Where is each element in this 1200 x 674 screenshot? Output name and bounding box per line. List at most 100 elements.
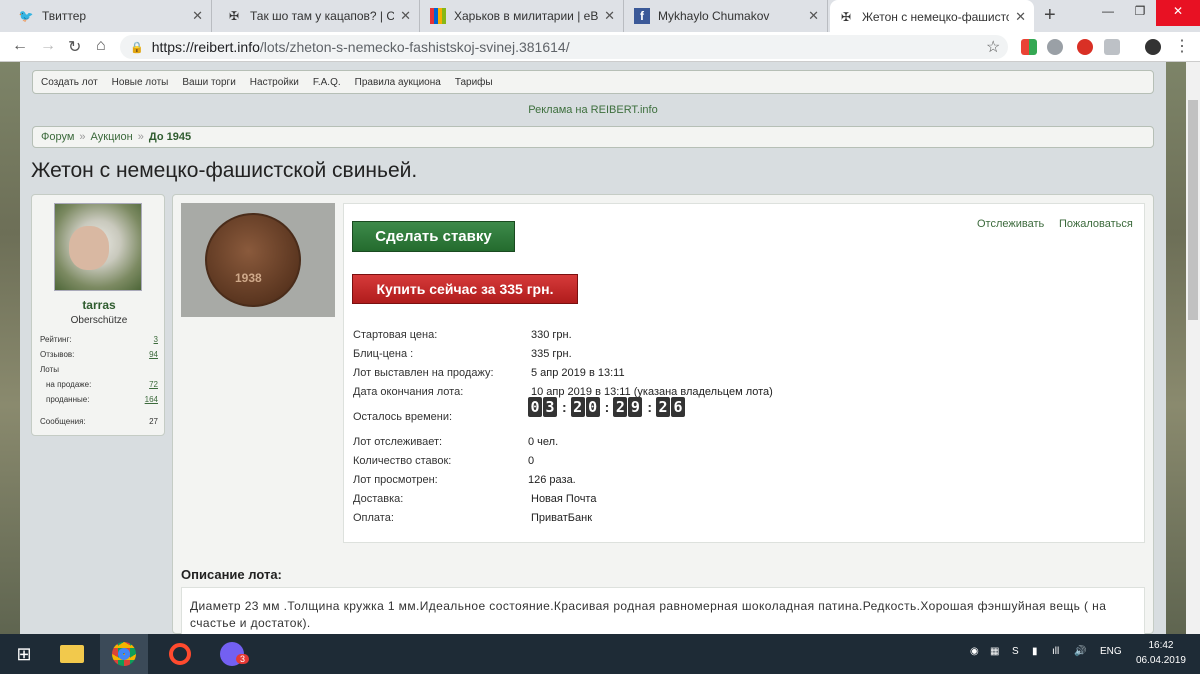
nav-settings[interactable]: Настройки [250, 77, 299, 88]
payment-label: Оплата: [353, 512, 394, 524]
taskbar-chrome[interactable] [100, 634, 148, 674]
blitz-price-label: Блиц-цена : [353, 348, 414, 360]
web-page: Создать лот Новые лоты Ваши торги Настро… [0, 62, 1186, 634]
shield-icon[interactable] [1047, 39, 1063, 55]
views-value: 126 раза. [528, 474, 576, 486]
twitter-icon: 🐦 [18, 9, 34, 23]
close-tab-icon[interactable]: ✕ [192, 8, 203, 24]
lock-icon: 🔒 [130, 41, 144, 54]
buy-now-button[interactable]: Купить сейчас за 335 грн. [352, 274, 578, 304]
tab-facebook[interactable]: f Mykhaylo Chumakov ✕ [626, 0, 828, 32]
nav-faq[interactable]: F.A.Q. [313, 77, 341, 88]
page-title: Жетон с немецко-фашистской свиньей. [31, 159, 418, 182]
stat-reviews: Отзывов: 94 [40, 350, 158, 359]
tab-ebay[interactable]: Харьков в милитарии | eBay ✕ [422, 0, 624, 32]
taskbar-explorer[interactable] [48, 634, 96, 674]
countdown-timer: 0 3 : 2 0 : 2 9 : 2 6 [528, 397, 686, 417]
window-controls: — ❐ ✕ [1092, 0, 1200, 26]
description-text: Диаметр 23 мм .Толщина кружка 1 мм.Идеал… [181, 587, 1145, 634]
browser-tabbar: 🐦 Твиттер ✕ ✠ Так шо там у кацапов? | Ст… [0, 0, 1200, 33]
bookmark-star-icon[interactable]: ☆ [986, 37, 1000, 57]
seller-rank: Oberschütze [70, 315, 128, 326]
tab-active-lot[interactable]: ✠ Жетон с немецко-фашистской ✕ [830, 0, 1034, 33]
payment-value: ПриватБанк [531, 512, 593, 524]
tray-battery-icon[interactable]: ▮ [1032, 646, 1038, 657]
nav-new-lots[interactable]: Новые лоты [112, 77, 169, 88]
scrollbar-thumb[interactable] [1188, 100, 1198, 320]
tray-app-icon[interactable]: ▦ [990, 646, 999, 657]
seller-name[interactable]: tarras [32, 298, 166, 312]
tray-volume-icon[interactable]: 🔊 [1074, 646, 1086, 657]
watchers-label: Лот отслеживает: [353, 436, 443, 448]
extension-icon[interactable] [1021, 39, 1037, 55]
taskbar-viber[interactable]: 3 [208, 634, 256, 674]
close-tab-icon[interactable]: ✕ [808, 8, 819, 24]
cross-icon: ✠ [228, 9, 240, 23]
nav-auction-rules[interactable]: Правила аукциона [355, 77, 441, 88]
back-icon[interactable]: ← [12, 37, 28, 55]
site-content: Создать лот Новые лоты Ваши торги Настро… [20, 62, 1166, 634]
reload-icon[interactable]: ↻ [68, 37, 81, 57]
tray-viber-icon[interactable]: ◉ [970, 646, 979, 657]
profile-avatar-icon[interactable] [1145, 39, 1161, 55]
camo-right-decoration [1166, 62, 1186, 634]
tray-skype-icon[interactable]: S [1012, 646, 1019, 657]
nav-tariffs[interactable]: Тарифы [455, 77, 493, 88]
new-tab-button[interactable]: + [1044, 4, 1056, 27]
avatar[interactable] [54, 203, 142, 291]
close-window-icon[interactable]: ✕ [1156, 0, 1200, 26]
close-tab-icon[interactable]: ✕ [400, 8, 411, 24]
views-label: Лот просмотрен: [353, 474, 438, 486]
delivery-label: Доставка: [353, 493, 404, 505]
taskbar-opera[interactable] [156, 634, 204, 674]
lot-info-box: Сделать ставку Купить сейчас за 335 грн.… [343, 203, 1145, 543]
windows-taskbar: ⊞ 3 ◉ ▦ S ▮ ıll 🔊 ENG 16:42 06.04.2019 [0, 634, 1200, 674]
extension-box-icon[interactable] [1104, 39, 1120, 55]
folder-icon [60, 645, 84, 663]
place-bid-button[interactable]: Сделать ставку [352, 221, 515, 252]
viber-badge: 3 [236, 654, 250, 664]
listed-value: 5 апр 2019 в 13:11 [531, 367, 625, 379]
tray-language[interactable]: ENG [1100, 646, 1122, 657]
page-scrollbar[interactable] [1186, 62, 1200, 634]
chrome-icon [112, 642, 136, 666]
lot-panel: 1938 Сделать ставку Купить сейчас за 335… [172, 194, 1154, 634]
close-tab-icon[interactable]: ✕ [604, 8, 615, 24]
opera-icon [169, 643, 191, 665]
menu-kebab-icon[interactable]: ⋮ [1174, 36, 1190, 56]
seller-card: tarras Oberschütze Рейтинг: 3 Отзывов: 9… [31, 194, 165, 436]
tray-network-icon[interactable]: ıll [1052, 646, 1059, 657]
tray-clock[interactable]: 16:42 06.04.2019 [1136, 638, 1186, 668]
tab-strana[interactable]: ✠ Так шо там у кацапов? | Стран ✕ [218, 0, 420, 32]
watch-link[interactable]: Отслеживать [977, 218, 1044, 230]
ad-banner-link[interactable]: Реклама на REIBERT.info [20, 104, 1166, 116]
url-field[interactable]: 🔒 https://reibert.info /lots/zheton-s-ne… [120, 35, 1008, 59]
stat-messages: Сообщения: 27 [40, 417, 158, 426]
tab-twitter[interactable]: 🐦 Твиттер ✕ [10, 0, 212, 32]
close-tab-icon[interactable]: ✕ [1015, 9, 1026, 25]
breadcrumb: Форум » Аукцион » До 1945 [32, 126, 1154, 148]
blitz-price-value: 335 грн. [531, 348, 572, 360]
forward-icon[interactable]: → [40, 37, 56, 55]
minimize-icon[interactable]: — [1092, 0, 1124, 26]
breadcrumb-current[interactable]: До 1945 [149, 131, 191, 143]
report-link[interactable]: Пожаловаться [1059, 218, 1133, 230]
site-subnav: Создать лот Новые лоты Ваши торги Настро… [32, 70, 1154, 94]
facebook-icon: f [634, 8, 650, 24]
description-heading: Описание лота: [181, 567, 282, 582]
coin-image: 1938 [205, 213, 301, 307]
camo-left-decoration [0, 62, 20, 634]
breadcrumb-forum[interactable]: Форум [41, 131, 74, 143]
start-button[interactable]: ⊞ [0, 634, 48, 674]
lot-photo[interactable]: 1938 [181, 203, 335, 317]
stat-lots: Лоты [40, 365, 59, 374]
restore-icon[interactable]: ❐ [1124, 0, 1156, 26]
cross-icon: ✠ [840, 9, 852, 24]
nav-create-lot[interactable]: Создать лот [41, 77, 98, 88]
breadcrumb-auction[interactable]: Аукцион [91, 131, 133, 143]
nav-your-bids[interactable]: Ваши торги [182, 77, 235, 88]
watchers-value: 0 чел. [528, 436, 559, 448]
stat-sold: проданные: 164 [46, 395, 158, 404]
adblock-icon[interactable] [1077, 39, 1093, 55]
home-icon[interactable]: ⌂ [96, 37, 106, 55]
